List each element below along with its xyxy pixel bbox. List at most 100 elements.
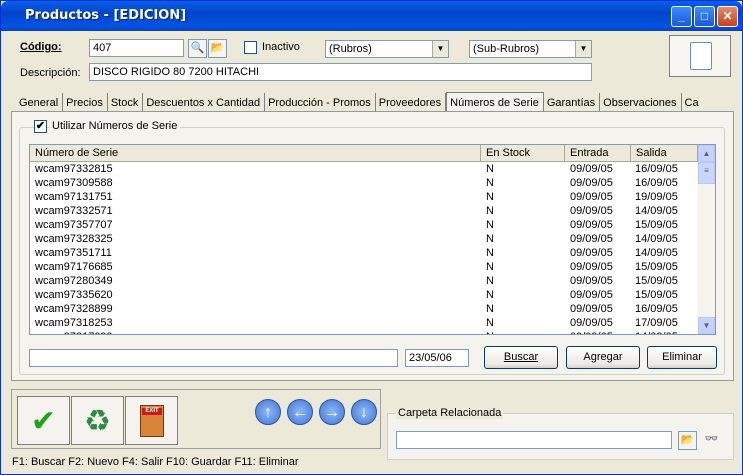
rubros-select[interactable]: (Rubros) ▼ [325, 40, 449, 58]
cell-serial: wcam97351711 [35, 247, 112, 259]
folder-icon: 📂 [680, 434, 695, 446]
table-row[interactable]: wcam97351711 N 09/09/05 14/09/05 [30, 247, 698, 261]
cell-serial: wcam97176685 [35, 261, 113, 273]
cell-stock: N [486, 233, 494, 245]
serial-table[interactable]: Número de Serie En Stock Entrada Salida … [29, 144, 716, 335]
cell-entrada: 09/09/05 [570, 163, 613, 175]
eliminar-button[interactable]: Eliminar [647, 346, 717, 369]
tab-stock[interactable]: Stock [108, 93, 144, 113]
cell-stock: N [486, 331, 494, 334]
document-button[interactable] [669, 35, 731, 77]
cell-salida: 15/09/05 [635, 261, 678, 273]
search-product-button[interactable]: 🔍 [188, 39, 207, 58]
table-row[interactable]: wcam97131751 N 09/09/05 19/09/05 [30, 191, 698, 205]
nav-last-button[interactable]: ↓ [351, 399, 377, 425]
tab-ca[interactable]: Ca [682, 93, 703, 113]
scroll-down-icon[interactable]: ▼ [698, 317, 715, 334]
codigo-input[interactable]: 407 [89, 39, 184, 57]
vertical-scrollbar[interactable]: ▲ ≡ ▼ [698, 145, 715, 334]
cell-salida: 15/09/05 [635, 219, 678, 231]
table-row[interactable]: wcam97309588 N 09/09/05 16/09/05 [30, 177, 698, 191]
table-row[interactable]: wcam97335620 N 09/09/05 15/09/05 [30, 289, 698, 303]
cell-entrada: 09/09/05 [570, 191, 613, 203]
carpeta-folder-button[interactable]: 📂 [678, 431, 697, 450]
col-salida[interactable]: Salida [631, 145, 698, 162]
exit-door-icon: EXIT [140, 405, 164, 437]
carpeta-input[interactable] [396, 431, 672, 449]
table-row[interactable]: wcam97317099 N 09/09/05 14/09/05 [30, 331, 698, 334]
table-row[interactable]: wcam97332571 N 09/09/05 14/09/05 [30, 205, 698, 219]
utilizar-serie-checkbox[interactable]: ✔ [34, 120, 47, 133]
col-entrada[interactable]: Entrada [565, 145, 631, 162]
carpeta-label: Carpeta Relacionada [396, 407, 504, 419]
maximize-button[interactable]: □ [694, 6, 715, 27]
cell-salida: 16/09/05 [635, 303, 678, 315]
cell-serial: wcam97357707 [35, 219, 113, 231]
tab-precios[interactable]: Precios [63, 93, 108, 113]
cell-serial: wcam97335620 [35, 289, 113, 301]
serial-search-input[interactable] [29, 349, 398, 367]
table-row[interactable]: wcam97328899 N 09/09/05 16/09/05 [30, 303, 698, 317]
tab-descuentos[interactable]: Descuentos x Cantidad [143, 93, 266, 113]
recycle-button[interactable]: ♻ [71, 396, 124, 445]
descripcion-label: Descripción: [20, 67, 81, 79]
confirm-button[interactable]: ✔ [17, 396, 70, 445]
scroll-up-icon[interactable]: ▲ [698, 145, 715, 162]
cell-serial: wcam97317099 [35, 331, 113, 334]
table-row[interactable]: wcam97176685 N 09/09/05 15/09/05 [30, 261, 698, 275]
cell-stock: N [486, 261, 494, 273]
table-header: Número de Serie En Stock Entrada Salida [30, 145, 698, 162]
inactivo-checkbox[interactable] [244, 41, 257, 54]
cell-serial: wcam97328325 [35, 233, 113, 245]
cell-serial: wcam97280349 [35, 275, 113, 287]
cell-entrada: 09/09/05 [570, 261, 613, 273]
tab-general[interactable]: General [16, 93, 64, 113]
checkmark-icon: ✔ [30, 405, 57, 438]
utilizar-serie-label: Utilizar Números de Serie [49, 120, 181, 132]
tab-produccion[interactable]: Producción - Promos [265, 93, 376, 113]
cell-salida: 15/09/05 [635, 275, 678, 287]
open-folder-button[interactable]: 📂 [208, 39, 227, 58]
nav-next-button[interactable]: → [319, 399, 345, 425]
table-row[interactable]: wcam97318253 N 09/09/05 17/09/05 [30, 317, 698, 331]
table-row[interactable]: wcam97280349 N 09/09/05 15/09/05 [30, 275, 698, 289]
tab-numeros-serie[interactable]: Números de Serie [446, 92, 544, 112]
agregar-button[interactable]: Agregar [566, 346, 640, 369]
scroll-thumb[interactable]: ≡ [698, 162, 715, 184]
tab-proveedores[interactable]: Proveedores [376, 93, 447, 113]
exit-button[interactable]: EXIT [125, 396, 178, 445]
close-button[interactable]: ✕ [717, 6, 738, 27]
table-row[interactable]: wcam97357707 N 09/09/05 15/09/05 [30, 219, 698, 233]
inactivo-label: Inactivo [262, 41, 300, 53]
nav-first-button[interactable]: ↑ [255, 399, 281, 425]
shortcut-help: F1: Buscar F2: Nuevo F4: Salir F10: Guar… [12, 456, 299, 468]
cell-stock: N [486, 219, 494, 231]
cell-entrada: 09/09/05 [570, 289, 613, 301]
cell-serial: wcam97309588 [35, 177, 113, 189]
title-bar[interactable]: Productos - [EDICION] _ □ ✕ [1, 1, 742, 31]
cell-serial: wcam97328899 [35, 303, 113, 315]
nav-prev-button[interactable]: ← [287, 399, 313, 425]
cell-stock: N [486, 205, 494, 217]
date-input[interactable]: 23/05/06 [405, 349, 469, 367]
subrubros-value: (Sub-Rubros) [473, 43, 540, 55]
table-row[interactable]: wcam97332815 N 09/09/05 16/09/05 [30, 163, 698, 177]
carpeta-find-button[interactable]: 👓 [702, 431, 721, 450]
cell-stock: N [486, 191, 494, 203]
cell-stock: N [486, 177, 494, 189]
tab-observaciones[interactable]: Observaciones [600, 93, 682, 113]
binoculars-icon: 👓 [704, 433, 719, 445]
minimize-button[interactable]: _ [671, 6, 692, 27]
col-en-stock[interactable]: En Stock [481, 145, 565, 162]
subrubros-select[interactable]: (Sub-Rubros) ▼ [469, 40, 592, 58]
descripcion-input[interactable]: DISCO RIGIDO 80 7200 HITACHI [89, 63, 592, 81]
cell-entrada: 09/09/05 [570, 219, 613, 231]
cell-entrada: 09/09/05 [570, 275, 613, 287]
col-numero-serie[interactable]: Número de Serie [30, 145, 481, 162]
tab-garantias[interactable]: Garantías [544, 93, 601, 113]
window-title: Productos - [EDICION] [25, 8, 187, 23]
table-row[interactable]: wcam97328325 N 09/09/05 14/09/05 [30, 233, 698, 247]
buscar-button[interactable]: Buscar [484, 346, 558, 369]
cell-salida: 16/09/05 [635, 163, 678, 175]
chevron-down-icon: ▼ [575, 41, 591, 57]
